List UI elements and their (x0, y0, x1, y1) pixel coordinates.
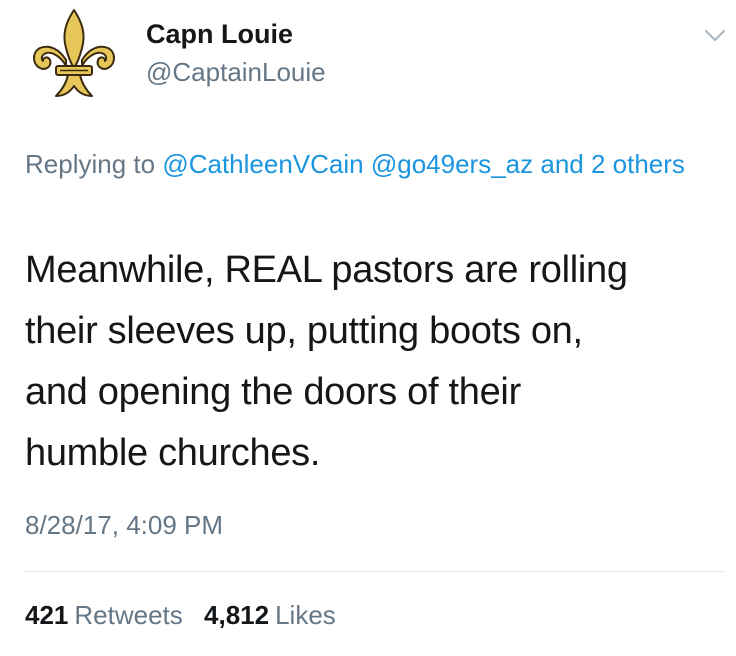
tweet-timestamp[interactable]: 8/28/17, 4:09 PM (25, 507, 223, 543)
chevron-down-icon (704, 29, 726, 42)
retweets-stat[interactable]: 421 Retweets (25, 600, 183, 630)
replying-to-label: Replying to (25, 149, 163, 179)
display-name[interactable]: Capn Louie (146, 17, 293, 51)
more-options-button[interactable] (700, 20, 730, 50)
divider (25, 571, 724, 572)
likes-count: 4,812 (204, 600, 270, 630)
tweet-text: Meanwhile, REAL pastors are rolling thei… (25, 240, 715, 484)
likes-stat[interactable]: 4,812 Likes (204, 600, 336, 630)
others-link[interactable]: and 2 others (540, 149, 685, 179)
avatar[interactable] (26, 6, 122, 102)
user-handle[interactable]: @CaptainLouie (146, 55, 326, 89)
tweet-text-line: and opening the doors of their (25, 371, 521, 413)
tweet-card: Capn Louie @CaptainLouie Replying to @Ca… (0, 0, 736, 656)
tweet-text-line: humble churches. (25, 432, 321, 474)
fleur-de-lis-icon (33, 9, 115, 97)
likes-label: Likes (275, 600, 336, 630)
tweet-text-line: their sleeves up, putting boots on, (25, 310, 583, 352)
mention-link[interactable]: @CathleenVCain (162, 149, 363, 179)
tweet-stats: 421 Retweets 4,812 Likes (25, 597, 350, 633)
replying-to-line: Replying to @CathleenVCain @go49ers_az a… (25, 143, 725, 185)
retweets-count: 421 (25, 600, 69, 630)
mention-link[interactable]: @go49ers_az (371, 149, 533, 179)
tweet-text-line: Meanwhile, REAL pastors are rolling (25, 249, 628, 291)
retweets-label: Retweets (74, 600, 183, 630)
